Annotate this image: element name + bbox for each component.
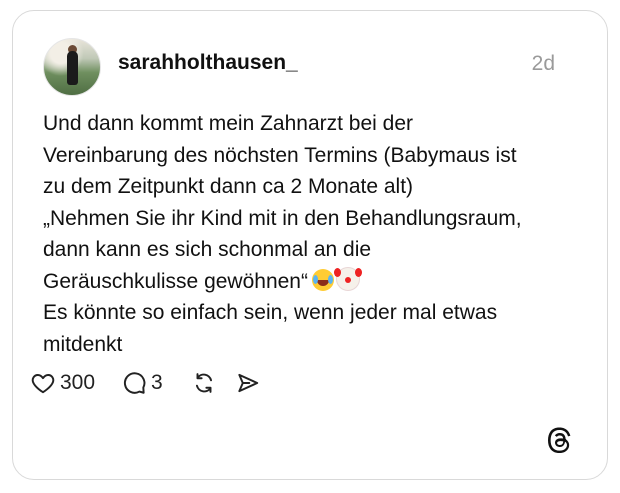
post-text-line: dann kann es sich schonmal an die [43, 238, 372, 261]
post-text-fragment: Geräuschkulisse gewöhnen“ [43, 269, 308, 293]
post-text: Und dann kommt mein Zahnarzt bei der Ver… [43, 108, 583, 360]
username[interactable]: sarahholthausen_ [118, 51, 298, 75]
repost-button[interactable] [191, 368, 217, 398]
post-text-line: Vereinbarung des nöchsten Termins (Babym… [43, 143, 517, 167]
post-text-line: Es könnte so einfach sein, wenn jeder ma… [43, 301, 498, 324]
threads-logo-icon [548, 427, 571, 453]
post-text-line: „Nehmen Sie ihr Kind mit in den Behandlu… [43, 206, 522, 230]
post-text-line-with-emojis: Geräuschkulisse gewöhnen“ [43, 266, 583, 298]
heart-icon [31, 374, 55, 394]
tears-of-joy-emoji-icon [311, 268, 334, 291]
clown-face-emoji-icon [333, 266, 360, 291]
repost-icon [195, 373, 213, 393]
avatar[interactable] [43, 38, 101, 96]
comment-icon [123, 372, 146, 394]
like-count: 300 [60, 371, 96, 394]
share-button[interactable] [235, 368, 261, 398]
avatar-figure [67, 51, 78, 85]
reply-count: 3 [151, 371, 163, 394]
post-timestamp: 2d [531, 52, 555, 75]
like-button[interactable]: 300 [30, 368, 95, 398]
reply-button[interactable]: 3 [121, 368, 163, 398]
post-text-line: mitdenkt [43, 332, 123, 356]
share-icon [238, 373, 259, 393]
post-card: sarahholthausen_ 2d Und dann kommt mein … [12, 10, 608, 480]
post-text-line: zu dem Zeitpunkt dann ca 2 Monate alt) [43, 175, 414, 198]
post-text-line: Und dann kommt mein Zahnarzt bei der [43, 112, 414, 135]
